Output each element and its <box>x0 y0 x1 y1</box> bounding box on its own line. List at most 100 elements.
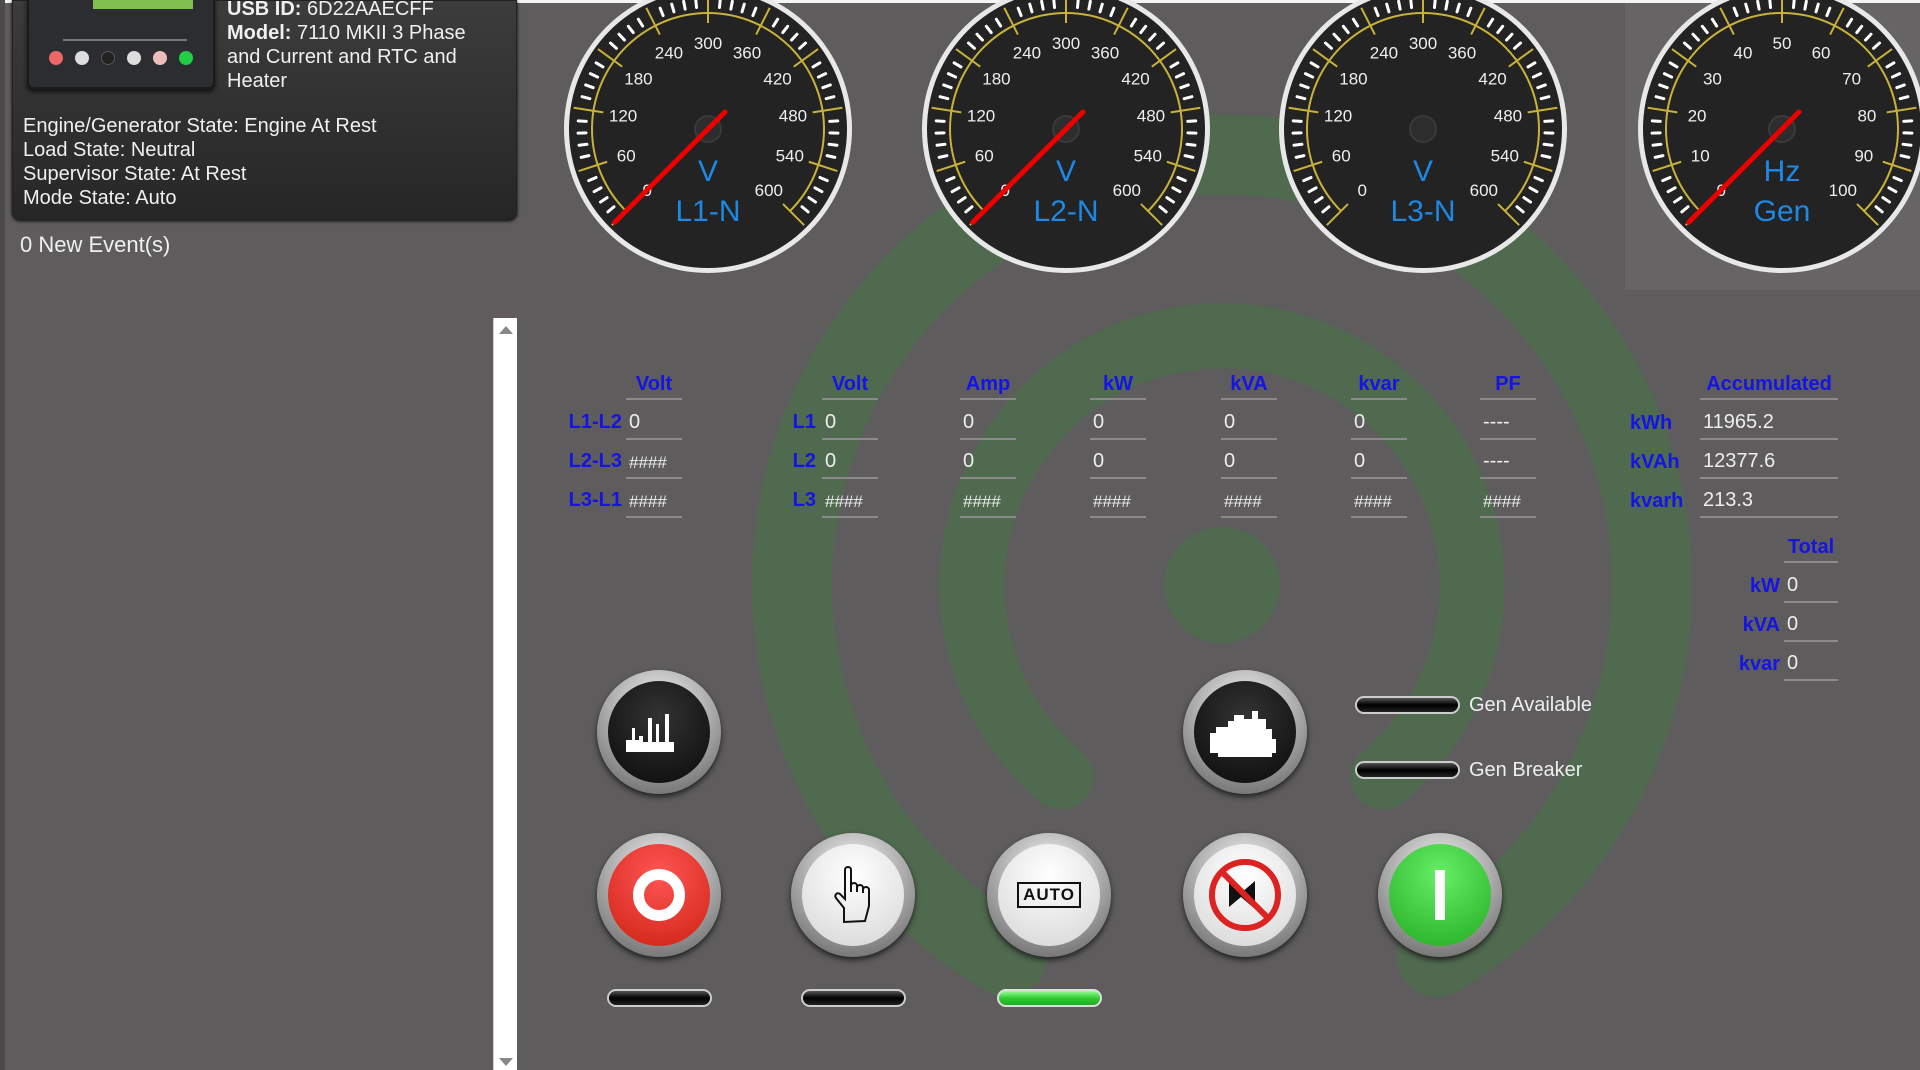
stop-ring-icon <box>633 869 685 921</box>
model-line3: Heater <box>227 70 288 92</box>
mute-horn-icon <box>1209 859 1281 931</box>
mode-state: Mode State: Auto <box>23 187 177 209</box>
gauge-tick-label: 60 <box>617 147 636 166</box>
gauge-tick-label: 600 <box>1113 181 1141 200</box>
gauge-tick-label: 70 <box>1842 69 1861 88</box>
value-cell: 0 <box>1221 447 1277 479</box>
new-events-link[interactable]: 0 New Event(s) <box>20 232 170 258</box>
value-cell: #### <box>1090 486 1146 518</box>
load-state: Load State: Neutral <box>23 139 196 161</box>
stop-mode-indicator <box>607 989 712 1007</box>
gauge-tick-label: 180 <box>1339 69 1367 88</box>
gauge-tick-label: 0 <box>1357 181 1366 200</box>
auto-mode-indicator <box>997 989 1102 1007</box>
gauge-tick-label: 60 <box>1812 43 1831 62</box>
gauge-unit: V <box>1413 155 1433 188</box>
gauge-tick-label: 480 <box>1137 107 1165 126</box>
gauge-tick-label: 480 <box>779 107 807 126</box>
manual-button[interactable] <box>791 833 915 957</box>
gauge-tick-label: 360 <box>733 43 761 62</box>
value-cell: #### <box>1480 486 1536 518</box>
gauge-tick-label: 600 <box>1470 181 1498 200</box>
gauge-unit: Hz <box>1764 155 1801 188</box>
header-2: kW <box>1090 373 1146 400</box>
gen-available-label: Gen Available <box>1469 694 1593 716</box>
value-cell: 0 <box>822 408 878 440</box>
start-button[interactable] <box>1378 833 1502 957</box>
gauge-tick-label: 50 <box>1773 34 1792 53</box>
gauge-tick-label: 240 <box>1370 43 1398 62</box>
gauge-tick-label: 20 <box>1688 107 1707 126</box>
auto-button[interactable]: AUTO <box>987 833 1111 957</box>
value-cell: 0 <box>1351 447 1407 479</box>
gen-available-indicator <box>1355 696 1460 714</box>
header-total: Total <box>1784 536 1838 563</box>
gauge-tick-label: 120 <box>609 107 637 126</box>
auto-icon: AUTO <box>1017 882 1081 908</box>
gauge-label: L1-N <box>675 195 740 228</box>
value-cell: #### <box>822 486 878 518</box>
row-label: L3-L1 <box>568 489 622 511</box>
gauge-tick-label: 540 <box>776 147 804 166</box>
gauge-tick-label: 540 <box>1491 147 1519 166</box>
mains-button[interactable] <box>597 670 721 794</box>
gauge-tick-label: 100 <box>1829 181 1857 200</box>
value-cell: #### <box>1351 486 1407 518</box>
value-cell: #### <box>626 486 682 518</box>
gauge-l2-n: 060120180240300360420480540600VL2-N <box>922 0 1210 273</box>
value-cell: #### <box>626 447 682 479</box>
gauge-tick-label: 540 <box>1134 147 1162 166</box>
value-cell: ---- <box>1480 408 1536 440</box>
hand-pointer-icon <box>834 866 870 924</box>
row-label: L1-L2 <box>568 411 622 433</box>
scroll-up-arrow-icon[interactable] <box>499 326 513 334</box>
gauge-label: Gen <box>1754 195 1811 228</box>
gauge-tick-label: 80 <box>1857 107 1876 126</box>
value-cell: 0 <box>822 447 878 479</box>
row-label: kW <box>1750 575 1780 597</box>
gauge-tick-label: 600 <box>755 181 783 200</box>
value-cell: 12377.6 <box>1700 447 1838 479</box>
row-label: L2 <box>792 450 816 472</box>
gauge-tick-label: 40 <box>1733 43 1752 62</box>
row-label: L3 <box>792 489 816 511</box>
row-label: kVAh <box>1630 451 1680 473</box>
supervisor-state: Supervisor State: At Rest <box>23 163 247 185</box>
gauge-unit: V <box>698 155 718 188</box>
value-cell: 0 <box>1351 408 1407 440</box>
gauge-tick-label: 360 <box>1448 43 1476 62</box>
generator-button[interactable] <box>1183 670 1307 794</box>
header-volt: Volt <box>626 373 682 400</box>
gen-breaker-label: Gen Breaker <box>1469 759 1583 781</box>
engine-state: Engine/Generator State: Engine At Rest <box>23 115 377 137</box>
gauge-tick-label: 300 <box>694 34 722 53</box>
gauge-tick-label: 360 <box>1091 43 1119 62</box>
value-cell: 0 <box>1784 571 1838 603</box>
gauge-unit: V <box>1056 155 1076 188</box>
mute-alarm-button[interactable] <box>1183 833 1307 957</box>
scrollbar[interactable] <box>493 318 517 1070</box>
gauge-tick-label: 60 <box>975 147 994 166</box>
left-edge <box>0 0 5 1070</box>
value-cell: 0 <box>1784 649 1838 681</box>
row-label: kWh <box>1630 412 1673 434</box>
gauge-tick-label: 420 <box>763 69 791 88</box>
gauge-tick-label: 90 <box>1854 147 1873 166</box>
gauge-tick-label: 180 <box>624 69 652 88</box>
gauge-tick-label: 300 <box>1052 34 1080 53</box>
header-5: PF <box>1480 373 1536 400</box>
value-cell: 213.3 <box>1700 486 1838 518</box>
scroll-down-arrow-icon[interactable] <box>499 1058 513 1066</box>
gauge-tick-label: 480 <box>1494 107 1522 126</box>
header-accumulated: Accumulated <box>1700 373 1838 400</box>
header-0: Volt <box>822 373 878 400</box>
row-label: L2-L3 <box>568 450 622 472</box>
gauge-tick-label: 180 <box>982 69 1010 88</box>
gauge-gen: 0102030405060708090100HzGen <box>1638 0 1920 273</box>
value-cell: #### <box>1221 486 1277 518</box>
gauge-label: L3-N <box>1390 195 1455 228</box>
stop-button[interactable] <box>597 833 721 957</box>
usb-id: USB ID: 6D22AAECFF <box>227 0 434 20</box>
gauge-tick-label: 240 <box>655 43 683 62</box>
header-3: kVA <box>1221 373 1277 400</box>
